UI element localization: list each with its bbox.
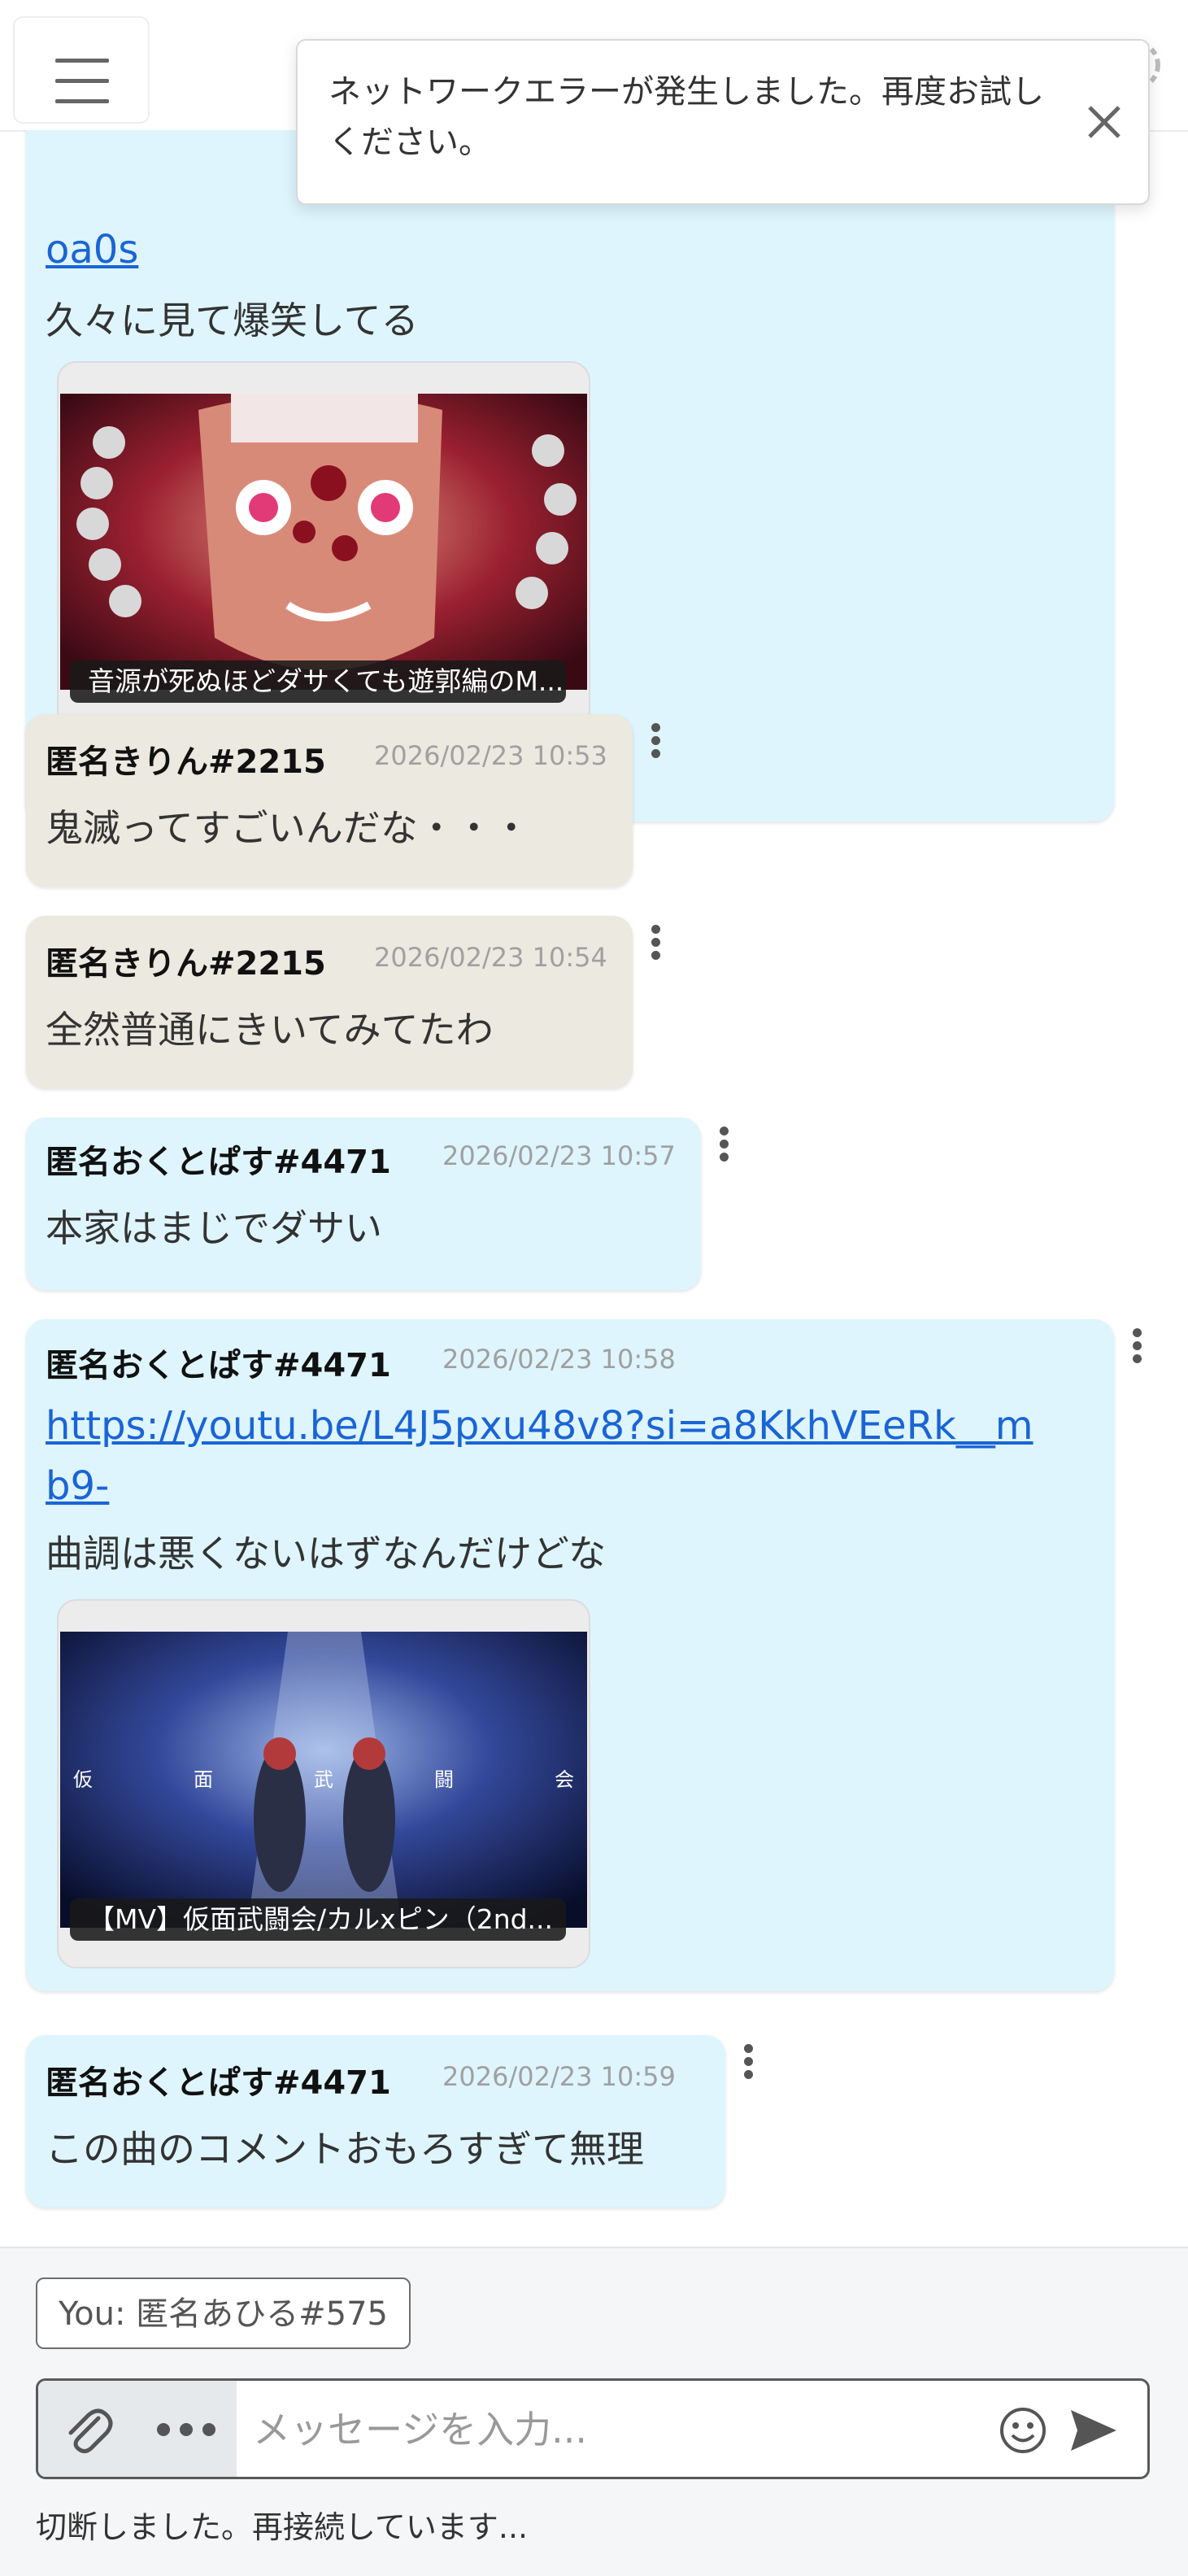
link-line[interactable]: b9- xyxy=(46,1463,109,1509)
kebab-icon[interactable] xyxy=(732,2040,764,2089)
chat-message: 匿名おくとぱす#4471 2026/02/23 10:58 https://yo… xyxy=(26,1319,1114,1991)
chat-scroll-area[interactable]: oa0s 久々に見て爆笑してる 音源が死ぬほどダサくても遊郭編のM... 匿名き… xyxy=(0,130,1188,2247)
link-line[interactable]: https://youtu.be/L4J5pxu48v8?si=a8KkhVEe… xyxy=(46,1403,1034,1449)
menu-icon-bar xyxy=(55,59,109,63)
menu-button[interactable] xyxy=(13,16,150,124)
video-title: 【MV】仮面武闘会/カルxピン（2nd... xyxy=(70,1898,566,1941)
error-toast: ネットワークエラーが発生しました。再度お試しください。 xyxy=(296,39,1150,205)
overlay-char: 武 xyxy=(314,1768,333,1791)
chat-message: 匿名おくとぱす#4471 2026/02/23 10:59 この曲のコメントおも… xyxy=(26,2035,725,2208)
username: 匿名おくとぱす#4471 xyxy=(46,1144,391,1181)
username: 匿名おくとぱす#4471 xyxy=(46,2064,391,2102)
video-card[interactable]: 音源が死ぬほどダサくても遊郭編のM... xyxy=(57,361,590,730)
kebab-icon[interactable] xyxy=(1121,1324,1153,1373)
message-text: 曲調は悪くないはずなんだけどな xyxy=(46,1532,607,1576)
video-card[interactable]: 仮 面 武 闘 会 【MV】仮面武闘会/カルxピン（2nd... xyxy=(57,1599,590,1968)
close-icon[interactable] xyxy=(1080,98,1129,146)
message-text: 全然普通にきいてみてたわ xyxy=(46,1008,494,1052)
chat-message: 匿名きりん#2215 2026/02/23 10:53 鬼滅ってすごいんだな・・… xyxy=(26,714,633,887)
message-text: 鬼滅ってすごいんだな・・・ xyxy=(46,806,530,850)
video-thumbnail xyxy=(60,394,587,690)
toast-message: ネットワークエラーが発生しました。再度お試しください。 xyxy=(329,73,1044,161)
overlay-char: 面 xyxy=(194,1768,213,1791)
message-composer xyxy=(36,2378,1150,2479)
timestamp: 2026/02/23 10:59 xyxy=(442,2061,676,2092)
send-icon[interactable] xyxy=(1066,2404,1120,2457)
username: 匿名きりん#2215 xyxy=(46,743,326,781)
chat-message: 匿名きりん#2215 2026/02/23 10:54 全然普通にきいてみてたわ xyxy=(26,916,633,1088)
emoji-icon[interactable] xyxy=(998,2405,1048,2456)
timestamp: 2026/02/23 10:54 xyxy=(374,942,607,973)
composer-tools xyxy=(38,2381,237,2477)
message-text: この曲のコメントおもろすぎて無理 xyxy=(46,2127,644,2171)
kebab-icon[interactable] xyxy=(707,1122,740,1171)
video-title: 音源が死ぬほどダサくても遊郭編のM... xyxy=(70,660,566,703)
overlay-char: 会 xyxy=(555,1768,574,1791)
message-text: 本家はまじでダサい xyxy=(46,1206,382,1250)
timestamp: 2026/02/23 10:57 xyxy=(442,1140,676,1171)
identity-button[interactable]: You: 匿名あひる#575 xyxy=(36,2277,411,2349)
more-icon[interactable] xyxy=(152,2410,220,2449)
username: 匿名きりん#2215 xyxy=(46,945,326,983)
connection-status: 切断しました。再接続しています... xyxy=(36,2509,529,2545)
timestamp: 2026/02/23 10:53 xyxy=(374,740,607,771)
kebab-icon[interactable] xyxy=(639,719,672,768)
overlay-char: 闘 xyxy=(434,1768,454,1791)
menu-icon-bar xyxy=(55,99,109,103)
timestamp: 2026/02/23 10:58 xyxy=(442,1344,676,1375)
composer-area: You: 匿名あひる#575 切断しました。再接続しています... xyxy=(0,2247,1188,2576)
message-input[interactable] xyxy=(251,2395,986,2464)
chat-message: 匿名おくとぱす#4471 2026/02/23 10:57 本家はまじでダサい xyxy=(26,1118,701,1290)
menu-icon-bar xyxy=(55,79,109,83)
message-link[interactable]: https://youtu.be/L4J5pxu48v8?si=a8KkhVEe… xyxy=(46,1396,1034,1516)
username: 匿名おくとぱす#4471 xyxy=(46,1347,391,1384)
overlay-char: 仮 xyxy=(73,1768,93,1791)
kebab-icon[interactable] xyxy=(639,921,672,970)
message-link[interactable]: oa0s xyxy=(46,220,138,280)
message-text: 久々に見て爆笑してる xyxy=(46,299,419,342)
paperclip-icon[interactable] xyxy=(58,2400,116,2459)
